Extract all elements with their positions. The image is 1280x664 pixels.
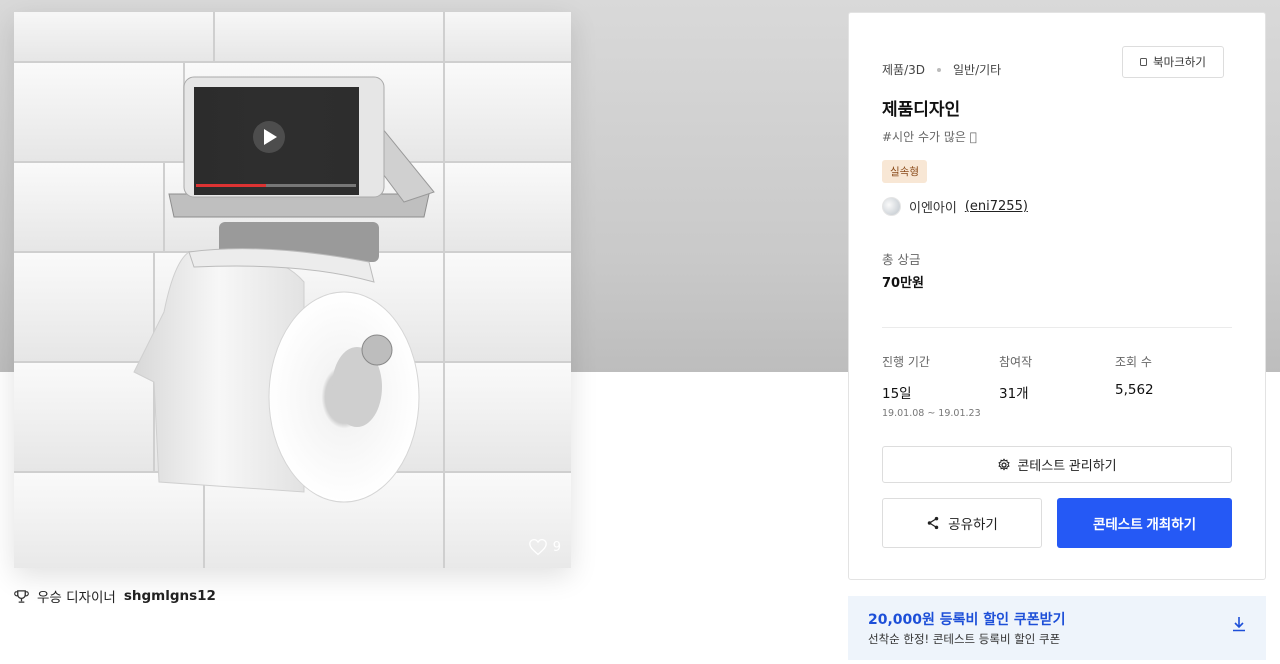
category-label[interactable]: 제품/3D bbox=[882, 61, 925, 78]
bookmark-button[interactable]: 북마크하기 bbox=[1122, 46, 1224, 78]
product-image-card[interactable]: 9 bbox=[14, 12, 571, 568]
winner-prefix: 우승 디자이너 bbox=[37, 590, 116, 606]
share-label: 공유하기 bbox=[948, 517, 998, 532]
stat-label: 진행 기간 bbox=[882, 355, 930, 369]
like-counter[interactable]: 9 bbox=[528, 538, 561, 556]
subcategory-label[interactable]: 일반/기타 bbox=[953, 61, 1001, 78]
stat-label: 참여작 bbox=[999, 355, 1033, 369]
winner-username[interactable]: shgmlgns12 bbox=[124, 588, 216, 604]
contest-info-card: 제품/3D 일반/기타 북마크하기 제품디자인 #시안 수가 많은 🏻 실속형 … bbox=[848, 12, 1266, 580]
heart-icon bbox=[528, 538, 547, 556]
stat-value: 15일 bbox=[882, 386, 912, 402]
contest-title: 제품디자인 bbox=[882, 100, 961, 120]
bookmark-icon bbox=[1140, 58, 1148, 66]
bookmark-label: 북마크하기 bbox=[1153, 55, 1206, 69]
coupon-subtitle: 선착순 한정! 콘테스트 등록비 할인 쿠폰 bbox=[868, 632, 1061, 646]
breadcrumb: 제품/3D 일반/기타 bbox=[882, 61, 1001, 78]
plan-badge: 실속형 bbox=[882, 160, 927, 183]
breadcrumb-separator bbox=[937, 67, 941, 72]
host-name: 이엔아이 bbox=[909, 201, 957, 216]
stat-date-range: 19.01.08 ~ 19.01.23 bbox=[882, 408, 981, 419]
manage-contest-button[interactable]: 콘테스트 관리하기 bbox=[882, 446, 1232, 483]
stat-value: 5,562 bbox=[1115, 382, 1154, 398]
divider bbox=[882, 327, 1232, 328]
share-button[interactable]: 공유하기 bbox=[882, 498, 1042, 548]
stat-value: 31개 bbox=[999, 386, 1029, 402]
manage-contest-label: 콘테스트 관리하기 bbox=[1017, 458, 1117, 473]
stat-views: 조회 수 5,562 bbox=[1115, 353, 1154, 398]
prize-label: 총 상금 bbox=[882, 252, 921, 267]
download-icon bbox=[1233, 617, 1245, 632]
avatar bbox=[882, 197, 901, 216]
trophy-icon bbox=[14, 589, 29, 603]
coupon-title: 20,000원 등록비 할인 쿠폰받기 bbox=[868, 612, 1066, 628]
host-contest-button[interactable]: 콘테스트 개최하기 bbox=[1057, 498, 1232, 548]
gear-icon bbox=[998, 457, 1010, 471]
contest-tag: #시안 수가 많은 🏻 bbox=[882, 130, 977, 144]
prize-value: 70만원 bbox=[882, 276, 925, 291]
share-icon bbox=[927, 516, 939, 530]
product-image bbox=[14, 12, 571, 568]
contest-host: 이엔아이 (eni7255) bbox=[882, 197, 1028, 216]
stat-label: 조회 수 bbox=[1115, 355, 1152, 369]
like-count: 9 bbox=[552, 539, 561, 555]
stat-period: 진행 기간 15일 19.01.08 ~ 19.01.23 bbox=[882, 353, 981, 419]
winner-designer: 우승 디자이너 shgmlgns12 bbox=[14, 586, 216, 606]
host-id-link[interactable]: (eni7255) bbox=[965, 199, 1028, 214]
coupon-banner[interactable]: 20,000원 등록비 할인 쿠폰받기 선착순 한정! 콘테스트 등록비 할인 … bbox=[848, 596, 1266, 660]
stat-entries: 참여작 31개 bbox=[999, 353, 1032, 402]
